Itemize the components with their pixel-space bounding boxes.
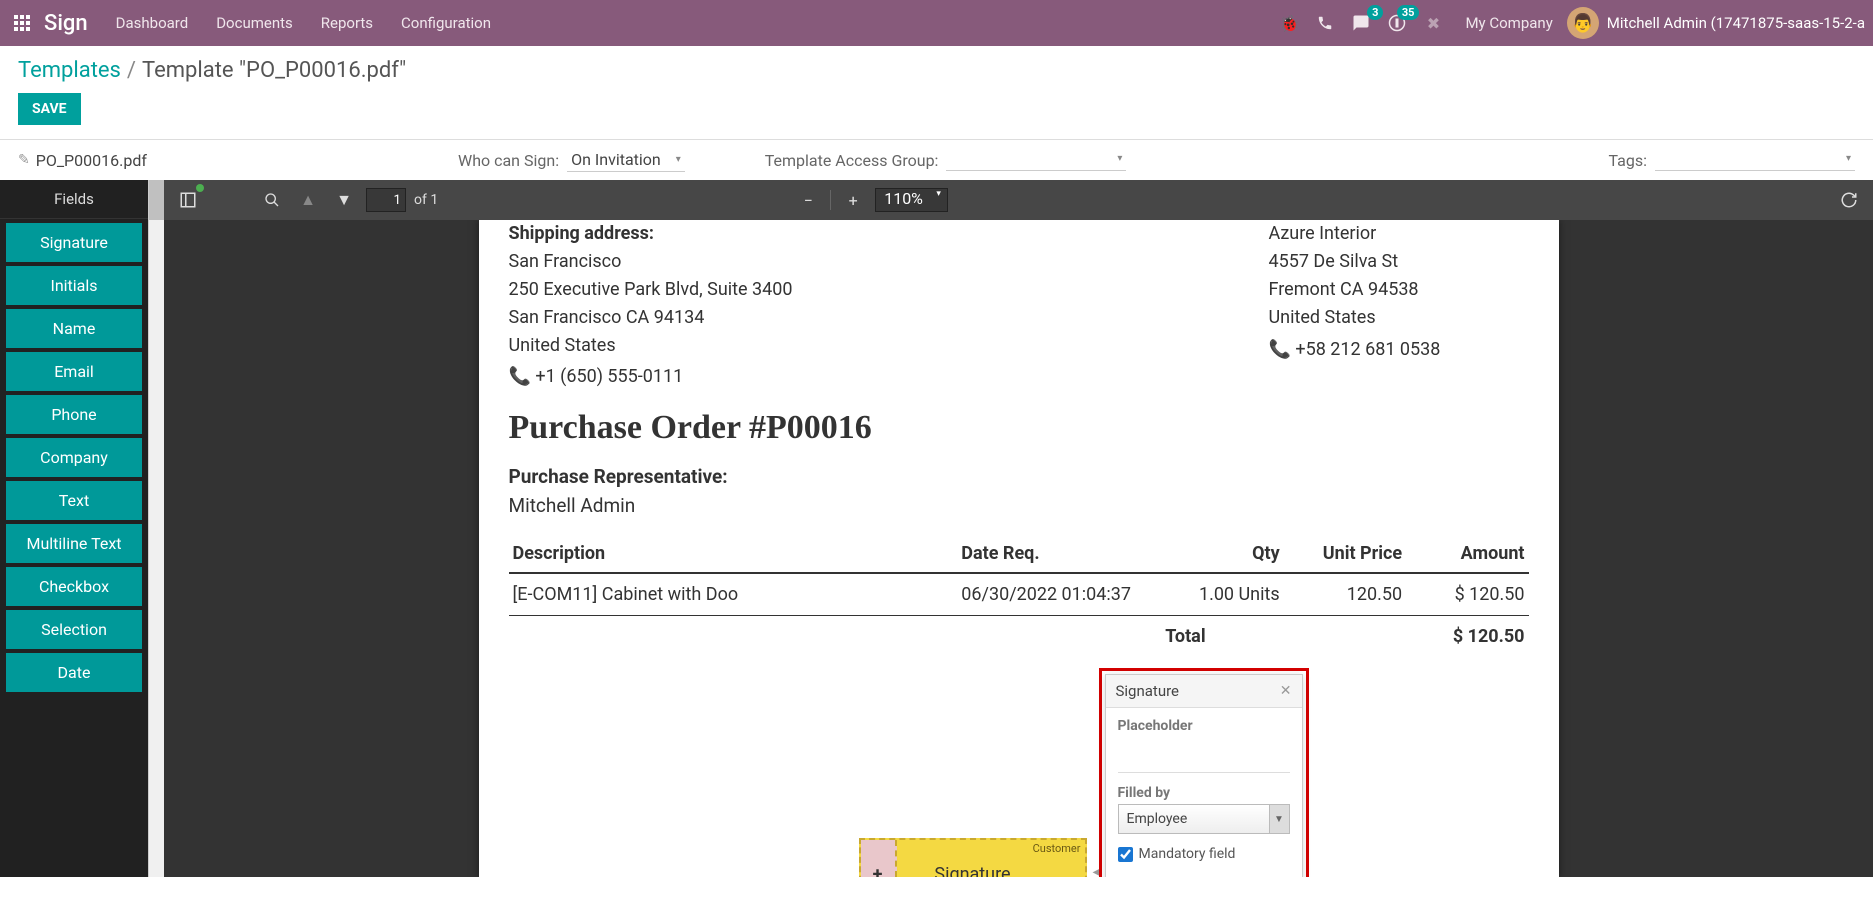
role-label: Customer xyxy=(1033,842,1081,855)
pdf-toolbar: ▲ ▼ of 1 − + 110% ▾ xyxy=(164,180,1873,220)
zoom-select[interactable]: 110% ▾ xyxy=(875,188,948,212)
field-selection[interactable]: Selection xyxy=(6,610,142,649)
sidebar-scrollbar[interactable] xyxy=(148,180,164,877)
placeholder-label: Placeholder xyxy=(1118,718,1290,734)
signature-field-label: Signature xyxy=(934,864,1010,878)
fields-sidebar: Fields Signature Initials Name Email Pho… xyxy=(0,180,148,877)
breadcrumb-root[interactable]: Templates xyxy=(18,58,121,83)
field-checkbox[interactable]: Checkbox xyxy=(6,567,142,606)
who-sign-select[interactable]: On Invitation ▾ xyxy=(567,148,685,172)
zoom-in-icon[interactable]: + xyxy=(839,186,867,214)
th-price: Unit Price xyxy=(1284,535,1406,573)
page-total-label: of 1 xyxy=(414,192,438,208)
nav-reports[interactable]: Reports xyxy=(321,14,373,32)
document-title: Purchase Order #P00016 xyxy=(509,409,1529,447)
breadcrumb: Templates / Template "PO_P00016.pdf" xyxy=(0,46,1873,89)
chevron-down-icon: ▼ xyxy=(1269,805,1289,833)
apps-icon[interactable] xyxy=(8,9,36,37)
page-down-icon[interactable]: ▼ xyxy=(330,186,358,214)
toggle-sidebar-icon[interactable] xyxy=(174,186,202,214)
field-date[interactable]: Date xyxy=(6,653,142,692)
resize-handle[interactable]: + xyxy=(861,840,897,877)
access-group-select[interactable]: ▾ xyxy=(946,149,1126,171)
th-description: Description xyxy=(509,535,958,573)
page-number-input[interactable] xyxy=(366,188,406,212)
page-up-icon[interactable]: ▲ xyxy=(294,186,322,214)
pencil-icon: ✎ xyxy=(18,152,30,168)
search-icon[interactable] xyxy=(258,186,286,214)
field-settings-popup: Signature ✕ Placeholder Filled by Employ… xyxy=(1105,674,1303,877)
table-row: [E-COM11] Cabinet with Doo 06/30/2022 01… xyxy=(509,573,1529,616)
th-qty: Qty xyxy=(1161,535,1283,573)
filled-by-select[interactable]: Employee ▼ xyxy=(1118,804,1290,834)
who-sign-label: Who can Sign: xyxy=(458,151,559,170)
shipping-address: Shipping address: San Francisco 250 Exec… xyxy=(509,220,793,391)
breadcrumb-current: Template "PO_P00016.pdf" xyxy=(142,58,406,83)
field-signature[interactable]: Signature xyxy=(6,223,142,262)
nav-dashboard[interactable]: Dashboard xyxy=(116,14,189,32)
page-area[interactable]: Shipping address: San Francisco 250 Exec… xyxy=(164,220,1873,877)
phone-icon: 📞 +1 (650) 555-0111 xyxy=(509,363,793,391)
nav-documents[interactable]: Documents xyxy=(216,14,293,32)
vendor-address: Azure Interior 4557 De Silva St Fremont … xyxy=(1269,220,1529,391)
rep-name: Mitchell Admin xyxy=(509,494,1529,517)
caret-icon: ▾ xyxy=(1846,153,1851,164)
field-company[interactable]: Company xyxy=(6,438,142,477)
order-table: Description Date Req. Qty Unit Price Amo… xyxy=(509,535,1529,657)
th-amount: Amount xyxy=(1406,535,1528,573)
refresh-icon[interactable] xyxy=(1835,186,1863,214)
chat-icon[interactable]: 3 xyxy=(1345,7,1377,39)
file-name-text: PO_P00016.pdf xyxy=(36,151,147,170)
close-icon[interactable]: ✕ xyxy=(1280,683,1292,699)
popup-title: Signature xyxy=(1116,682,1180,700)
field-multiline-text[interactable]: Multiline Text xyxy=(6,524,142,563)
phone-icon[interactable] xyxy=(1309,7,1341,39)
company-selector[interactable]: My Company xyxy=(1465,14,1552,32)
tags-select[interactable]: ▾ xyxy=(1655,149,1855,171)
fields-header: Fields xyxy=(0,180,148,219)
field-initials[interactable]: Initials xyxy=(6,266,142,305)
brand-label[interactable]: Sign xyxy=(44,11,88,36)
access-group-label: Template Access Group: xyxy=(765,151,939,170)
user-menu[interactable]: Mitchell Admin (17471875-saas-15-2-a xyxy=(1607,14,1865,32)
rep-label: Purchase Representative: xyxy=(509,465,1529,488)
tags-label: Tags: xyxy=(1609,151,1647,170)
activity-badge: 35 xyxy=(1397,5,1420,20)
save-button[interactable]: SAVE xyxy=(18,93,81,125)
caret-icon: ▾ xyxy=(1117,153,1122,164)
tools-icon[interactable]: ✖ xyxy=(1417,7,1449,39)
filled-by-label: Filled by xyxy=(1118,785,1290,801)
placeholder-input[interactable] xyxy=(1118,737,1290,773)
mandatory-label: Mandatory field xyxy=(1139,846,1236,862)
pdf-viewer: Fields Signature Initials Name Email Pho… xyxy=(0,180,1873,877)
template-meta-row: ✎ PO_P00016.pdf Who can Sign: On Invitat… xyxy=(0,140,1873,180)
caret-icon: ▾ xyxy=(676,154,681,165)
top-navbar: Sign Dashboard Documents Reports Configu… xyxy=(0,0,1873,46)
avatar[interactable]: 👨 xyxy=(1567,7,1599,39)
file-name-field[interactable]: ✎ PO_P00016.pdf xyxy=(18,151,438,170)
th-date: Date Req. xyxy=(957,535,1161,573)
signature-field-widget[interactable]: + Customer Signature xyxy=(859,838,1087,877)
zoom-out-icon[interactable]: − xyxy=(794,186,822,214)
field-name[interactable]: Name xyxy=(6,309,142,348)
mandatory-checkbox[interactable] xyxy=(1118,847,1133,862)
viewer-main: ▲ ▼ of 1 − + 110% ▾ Shipping address: xyxy=(164,180,1873,877)
bug-icon[interactable]: 🐞 xyxy=(1273,7,1305,39)
activity-icon[interactable]: 35 xyxy=(1381,7,1413,39)
phone-icon: 📞 +58 212 681 0538 xyxy=(1269,336,1529,364)
pdf-page: Shipping address: San Francisco 250 Exec… xyxy=(479,220,1559,877)
field-text[interactable]: Text xyxy=(6,481,142,520)
field-email[interactable]: Email xyxy=(6,352,142,391)
breadcrumb-separator: / xyxy=(127,58,136,83)
field-phone[interactable]: Phone xyxy=(6,395,142,434)
nav-configuration[interactable]: Configuration xyxy=(401,14,491,32)
total-row: Total $ 120.50 xyxy=(509,616,1529,658)
